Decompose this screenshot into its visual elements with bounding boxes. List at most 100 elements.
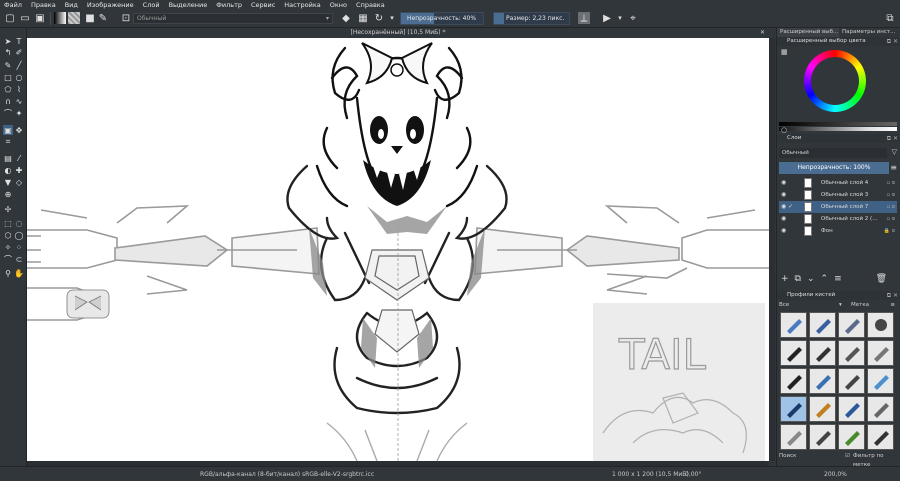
layer-flags-icon[interactable]: ▫ α — [887, 213, 895, 225]
layer-flags-icon[interactable]: ▫ α — [887, 177, 895, 189]
eye-icon[interactable]: ◉ — [781, 225, 786, 237]
menu-view[interactable]: Вид — [65, 1, 78, 9]
move-tool-icon[interactable]: ✥ — [14, 125, 24, 135]
brush-airbrush-icon[interactable] — [809, 424, 836, 450]
eraser-mode-icon[interactable]: ◆ — [340, 12, 352, 24]
brush-smudge-icon[interactable] — [867, 312, 894, 338]
lock-icon[interactable]: 🔒 α — [884, 225, 895, 237]
brush-pencil-icon[interactable] — [838, 396, 865, 422]
chevron-down-icon[interactable]: ▾ — [614, 12, 626, 24]
color-history-icon[interactable]: ○ — [781, 126, 787, 134]
move-layer-up-icon[interactable]: ⌃ — [821, 274, 829, 286]
brush-engine-icon[interactable]: ⊡ — [120, 12, 132, 24]
checkbox-icon[interactable]: ☑ — [845, 452, 850, 461]
smart-patch-icon[interactable]: ✚ — [14, 165, 24, 175]
gradient-preset-icon[interactable] — [54, 12, 66, 24]
menu-file[interactable]: Файл — [4, 1, 22, 9]
polygon-tool-icon[interactable]: ⬠ — [3, 84, 13, 94]
fg-bg-color-icon[interactable]: ■ — [84, 12, 96, 24]
eye-icon[interactable]: ◉ — [781, 213, 786, 225]
brush-options-icon[interactable]: ≡ — [890, 301, 895, 310]
drawing-canvas[interactable]: TAIL — [27, 38, 769, 461]
menu-tools[interactable]: Сервис — [251, 1, 275, 9]
rect-selection-icon[interactable]: ⬚ — [3, 218, 13, 228]
gradient-tool-icon[interactable]: ▤ — [3, 153, 13, 163]
calligraphy-icon[interactable]: ✐ — [14, 47, 24, 57]
filter-icon[interactable]: ▽ — [892, 148, 897, 156]
color-picker-icon[interactable]: ⁄ — [14, 153, 24, 163]
text-tool-icon[interactable]: T — [14, 36, 24, 46]
pan-tool-icon[interactable]: ✋ — [14, 268, 24, 278]
select-shapes-icon[interactable]: ➤ — [3, 36, 13, 46]
freehand-path-icon[interactable]: ∿ — [14, 96, 24, 106]
chevron-down-icon[interactable]: ⌄ — [807, 274, 815, 286]
brush-tag-select[interactable]: Все — [779, 302, 789, 308]
bezier-selection-icon[interactable]: ⌒ — [3, 254, 13, 264]
brush-pencil-icon[interactable] — [809, 396, 836, 422]
similar-selection-icon[interactable]: ⁘ — [14, 242, 24, 252]
delete-layer-icon[interactable]: 🗑 — [876, 274, 887, 286]
save-icon[interactable]: ▣ — [34, 12, 46, 24]
assistant-tool-icon[interactable]: ⊕ — [3, 189, 13, 199]
open-folder-icon[interactable]: ▭ — [19, 12, 31, 24]
preserve-alpha-icon[interactable]: ▦ — [357, 12, 369, 24]
colorize-mask-icon[interactable]: ◐ — [3, 165, 13, 175]
layer-options-icon[interactable]: ≡ — [890, 163, 897, 172]
brush-pencil-icon[interactable] — [780, 368, 807, 394]
reload-preset-icon[interactable]: ↻ — [373, 12, 385, 24]
chevron-down-icon[interactable]: ▾ — [839, 301, 842, 310]
magnetic-selection-icon[interactable]: ⊂ — [14, 254, 24, 264]
menu-window[interactable]: Окно — [330, 1, 347, 9]
brush-ink-icon[interactable] — [780, 340, 807, 366]
contiguous-selection-icon[interactable]: ✧ — [3, 242, 13, 252]
opacity-slider[interactable]: Непрозрачность: 40% — [400, 12, 484, 25]
zoom-status[interactable]: 200,0% — [824, 471, 847, 478]
eye-icon[interactable]: ◉ — [781, 177, 786, 189]
shade-strip-light[interactable] — [779, 127, 897, 131]
menu-settings[interactable]: Настройка — [284, 1, 320, 9]
brush-tag-button[interactable]: Метка — [851, 301, 869, 310]
brush-search-input[interactable]: Поиск — [779, 453, 796, 459]
menu-image[interactable]: Изображение — [87, 1, 134, 9]
multibrush-icon[interactable]: ✦ — [14, 108, 24, 118]
brush-ink-icon[interactable] — [867, 340, 894, 366]
rectangle-tool-icon[interactable]: □ — [3, 72, 13, 82]
layer-row-selected[interactable]: ◉ ✓ Обычный слой 7 ▫ α — [779, 201, 897, 213]
brush-texture-icon[interactable] — [867, 424, 894, 450]
vertical-scrollbar[interactable] — [769, 38, 775, 461]
brush-ink-icon[interactable] — [838, 340, 865, 366]
pattern-preset-icon[interactable] — [68, 12, 80, 24]
brush-ink-icon[interactable] — [809, 340, 836, 366]
dynamic-brush-icon[interactable]: ⌒ — [3, 108, 13, 118]
layer-row[interactable]: ◉ Фон 🔒 α — [779, 225, 897, 237]
crop-tool-icon[interactable]: ⌗ — [3, 137, 13, 147]
polygon-selection-icon[interactable]: ⬡ — [3, 230, 13, 240]
eye-icon[interactable]: ◉ — [781, 189, 786, 201]
layer-properties-icon[interactable]: ≡ — [834, 274, 842, 286]
blend-mode-select[interactable]: Обычный ▾ — [133, 13, 333, 24]
brush-selected-icon[interactable] — [780, 396, 807, 422]
settings-icon[interactable]: ▦ — [781, 48, 788, 56]
ellipse-tool-icon[interactable]: ○ — [14, 72, 24, 82]
eye-icon[interactable]: ◉ ✓ — [781, 201, 793, 213]
add-layer-icon[interactable]: + — [781, 274, 789, 286]
window-restore-icon[interactable]: ⧉ — [884, 12, 896, 24]
layer-opacity-slider[interactable]: Непрозрачность: 100% — [779, 162, 889, 174]
layer-row[interactable]: ◉ Обычный слой 2 (... ▫ α — [779, 213, 897, 225]
layer-row[interactable]: ◉ Обычный слой 3 ▫ α — [779, 189, 897, 201]
brush-pen-icon[interactable] — [809, 312, 836, 338]
brush-pencil-icon[interactable] — [838, 368, 865, 394]
color-wheel[interactable] — [804, 50, 866, 112]
wrap-around-icon[interactable]: ⌖ — [627, 12, 639, 24]
brush-eraser-icon[interactable] — [780, 312, 807, 338]
layer-blend-select[interactable]: Обычный — [779, 148, 887, 158]
ellipse-selection-icon[interactable]: ◌ — [14, 218, 24, 228]
layer-flags-icon[interactable]: ▫ α — [887, 201, 895, 213]
layer-row[interactable]: ◉ Обычный слой 4 ▫ α — [779, 177, 897, 189]
brush-pencil-icon[interactable] — [809, 368, 836, 394]
enclose-fill-icon[interactable]: ◇ — [14, 177, 24, 187]
brush-preset-icon[interactable]: ✎ — [97, 12, 109, 24]
edit-shapes-icon[interactable]: ↰ — [3, 47, 13, 57]
layer-flags-icon[interactable]: ▫ α — [887, 189, 895, 201]
canvas-tab[interactable]: [Несохранённый] (10,5 МиБ) * ✕ — [27, 28, 769, 38]
